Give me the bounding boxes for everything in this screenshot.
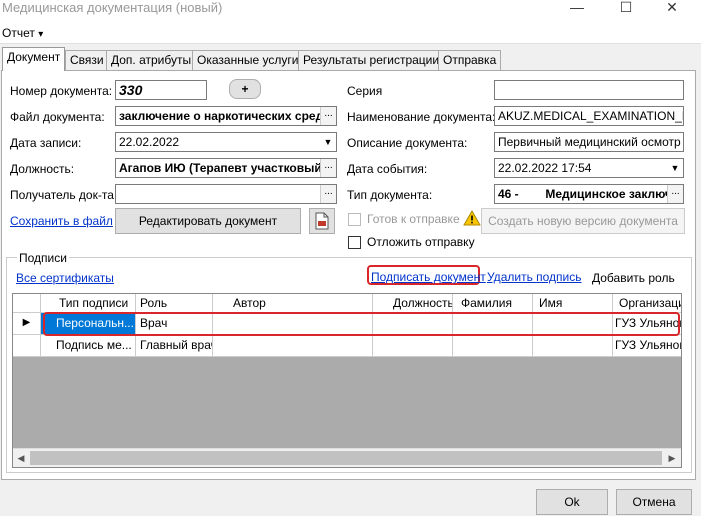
event-date-field[interactable]: 22.02.2022 17:54 xyxy=(494,158,684,178)
tab-registration-results[interactable]: Результаты регистрации xyxy=(298,50,445,70)
signatures-group-label: Подписи xyxy=(17,251,69,265)
ready-to-send-label: Готов к отправке xyxy=(367,212,460,226)
postpone-send-label: Отложить отправку xyxy=(367,235,475,249)
position-browse-button[interactable]: ... xyxy=(320,159,336,177)
series-field[interactable] xyxy=(494,80,684,100)
window-title: Медицинская документация (новый) xyxy=(2,0,223,15)
menu-report[interactable]: Отчет ▾ xyxy=(2,26,43,40)
tab-strip: Документ Связи Доп. атрибуты Оказанные у… xyxy=(0,47,701,71)
doc-type-value: 46 - Медицинское заключение xyxy=(498,187,684,201)
column-header-organization[interactable]: Организация xyxy=(613,294,681,313)
table-cell-last-name[interactable] xyxy=(453,335,533,357)
doc-type-label: Тип документа: xyxy=(347,188,433,202)
column-header-signature-type[interactable]: Тип подписи xyxy=(41,294,136,313)
recipient-field[interactable] xyxy=(115,184,337,204)
save-to-file-link[interactable]: Сохранить в файл xyxy=(10,214,113,228)
tab-document[interactable]: Документ xyxy=(2,47,66,71)
column-header-role[interactable]: Роль xyxy=(136,294,213,313)
position-value: Агапов ИЮ (Терапевт участковый) xyxy=(119,161,326,175)
edit-document-button[interactable]: Редактировать документ xyxy=(115,208,301,234)
tab-extra-attributes[interactable]: Доп. атрибуты xyxy=(106,50,197,70)
tab-sending[interactable]: Отправка xyxy=(438,50,502,70)
position-label: Должность: xyxy=(10,162,75,176)
tab-services[interactable]: Оказанные услуги xyxy=(192,50,304,70)
column-header-first-name[interactable]: Имя xyxy=(533,294,613,313)
close-button[interactable]: ✕ xyxy=(655,0,689,18)
position-field[interactable]: Агапов ИЮ (Терапевт участковый) xyxy=(115,158,337,178)
column-header-last-name[interactable]: Фамилия xyxy=(453,294,533,313)
table-cell-organization[interactable]: ГУЗ Ульянов xyxy=(613,335,681,357)
tab-links[interactable]: Связи xyxy=(65,50,109,70)
add-number-button[interactable]: + xyxy=(229,79,261,99)
row-current-marker-icon: ▶ xyxy=(13,313,41,335)
table-cell-first-name[interactable] xyxy=(533,335,613,357)
pdf-file-button[interactable] xyxy=(309,208,335,234)
record-date-label: Дата записи: xyxy=(10,136,82,150)
sign-document-link[interactable]: Подписать документ xyxy=(371,270,486,284)
doc-desc-label: Описание документа: xyxy=(347,136,468,150)
file-browse-button[interactable]: ... xyxy=(320,107,336,125)
record-date-field[interactable]: 22.02.2022 xyxy=(115,132,337,152)
doc-type-field[interactable]: 46 - Медицинское заключение xyxy=(494,184,684,204)
column-header-position[interactable]: Должность xyxy=(373,294,453,313)
file-value: заключение о наркотических средствах xyxy=(119,109,337,123)
title-bar: Медицинская документация (новый) — ☐ ✕ xyxy=(0,0,701,22)
scroll-thumb[interactable] xyxy=(30,451,662,465)
column-header-author[interactable]: Автор xyxy=(213,294,373,313)
minimize-button[interactable]: — xyxy=(560,0,594,18)
table-cell-position[interactable] xyxy=(373,335,453,357)
ready-to-send-checkbox[interactable] xyxy=(348,213,361,226)
horizontal-scrollbar[interactable]: ◀ ▶ xyxy=(13,448,681,467)
grid-corner xyxy=(13,294,41,313)
warning-icon xyxy=(463,210,481,226)
series-label: Серия xyxy=(347,84,383,98)
doc-number-field[interactable]: 330 xyxy=(115,80,207,100)
doc-number-label: Номер документа: xyxy=(10,84,113,98)
doc-name-field[interactable]: AKUZ.MEDICAL_EXAMINATION_MAIN xyxy=(494,106,684,126)
scroll-right-icon[interactable]: ▶ xyxy=(664,449,680,467)
postpone-send-checkbox[interactable] xyxy=(348,236,361,249)
remove-signature-link[interactable]: Удалить подпись xyxy=(487,270,582,284)
doc-name-label: Наименование документа: xyxy=(347,110,496,124)
table-cell-signature-type[interactable]: Подпись ме... xyxy=(41,335,136,357)
table-cell-author[interactable] xyxy=(213,335,373,357)
menu-report-label: Отчет xyxy=(2,26,35,40)
scroll-left-icon[interactable]: ◀ xyxy=(13,449,29,467)
event-date-label: Дата события: xyxy=(347,162,428,176)
record-date-dropdown-icon[interactable]: ▼ xyxy=(320,133,336,151)
doc-type-browse-button[interactable]: ... xyxy=(667,185,683,203)
menu-bar: Отчет ▾ xyxy=(0,22,701,44)
maximize-button[interactable]: ☐ xyxy=(609,0,643,18)
pdf-file-icon xyxy=(315,212,329,230)
add-role-button[interactable]: Добавить роль xyxy=(592,271,675,285)
cancel-button[interactable]: Отмена xyxy=(616,489,692,515)
event-date-dropdown-icon[interactable]: ▼ xyxy=(667,159,683,177)
chevron-down-icon: ▾ xyxy=(38,29,44,40)
ok-button[interactable]: Ok xyxy=(536,489,608,515)
doc-desc-field[interactable]: Первичный медицинский осмотр xyxy=(494,132,684,152)
row-header xyxy=(13,335,41,357)
selected-row-highlight xyxy=(43,312,680,336)
create-new-version-button[interactable]: Создать новую версию документа xyxy=(481,208,685,234)
file-label: Файл документа: xyxy=(10,110,105,124)
all-certificates-link[interactable]: Все сертификаты xyxy=(16,271,114,285)
file-field[interactable]: заключение о наркотических средствах xyxy=(115,106,337,126)
recipient-browse-button[interactable]: ... xyxy=(320,185,336,203)
recipient-label: Получатель док-та xyxy=(10,188,114,202)
table-cell-role[interactable]: Главный врач xyxy=(136,335,213,357)
